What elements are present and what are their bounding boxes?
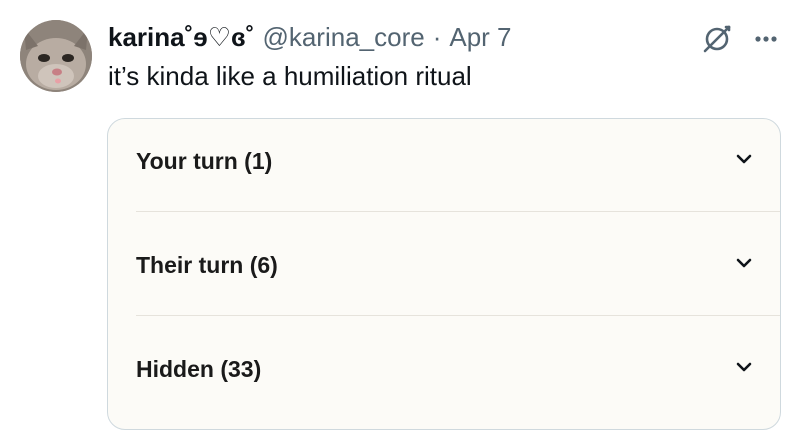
section-label: Their turn (6) [136, 252, 278, 278]
display-name[interactable]: karina˚ɘ♡ɞ˚ [108, 20, 254, 54]
more-icon[interactable] [746, 22, 786, 56]
tweet-header: karina˚ɘ♡ɞ˚ @karina_core · Apr 7 [108, 20, 512, 54]
section-divider [136, 315, 780, 316]
chevron-down-icon[interactable] [736, 359, 752, 375]
section-label: Your turn (1) [136, 148, 273, 174]
tweet-text: it’s kinda like a humiliation ritual [108, 61, 472, 91]
section-your-turn[interactable]: Your turn (1) [108, 119, 780, 223]
section-divider [136, 211, 780, 212]
conversation-sections-card: Your turn (1) Their turn (6) Hidden (33) [107, 118, 781, 430]
section-hidden[interactable]: Hidden (33) [108, 327, 780, 429]
grok-icon[interactable] [700, 22, 734, 56]
cat-avatar-icon [20, 20, 92, 92]
section-their-turn[interactable]: Their turn (6) [108, 223, 780, 327]
user-handle[interactable]: @karina_core [262, 20, 424, 54]
chevron-down-icon[interactable] [736, 151, 752, 167]
header-separator: · [432, 22, 442, 52]
avatar[interactable] [20, 20, 92, 92]
section-label: Hidden (33) [136, 356, 262, 382]
tweet-date[interactable]: Apr 7 [449, 20, 511, 54]
chevron-down-icon[interactable] [736, 255, 752, 271]
